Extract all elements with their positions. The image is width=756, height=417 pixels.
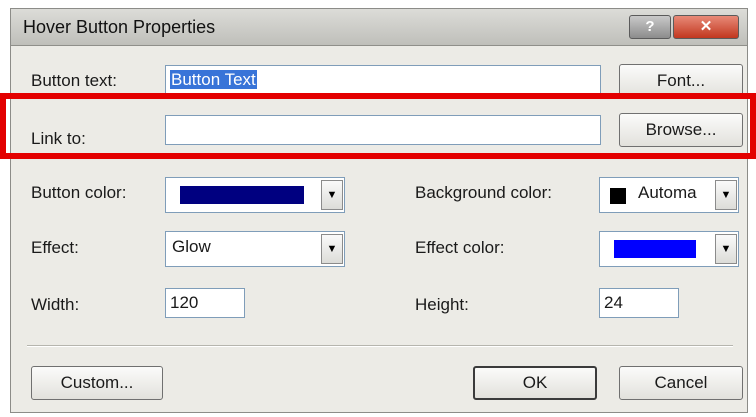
effect-color-dropdown-arrow[interactable]: ▼ <box>715 234 737 264</box>
title-bar: Hover Button Properties ? ✕ <box>11 9 747 46</box>
button-color-label: Button color: <box>31 183 127 202</box>
effect-dropdown-arrow[interactable]: ▼ <box>321 234 343 264</box>
effect-color-label: Effect color: <box>415 238 505 257</box>
button-color-dropdown-arrow[interactable]: ▼ <box>321 180 343 210</box>
effect-value: Glow <box>172 237 211 256</box>
effect-color-swatch <box>614 240 696 258</box>
height-label: Height: <box>415 295 469 314</box>
separator <box>27 345 733 347</box>
effect-color-picker[interactable]: ▼ <box>599 231 739 267</box>
width-label: Width: <box>31 295 80 314</box>
width-input[interactable]: 120 <box>165 288 245 318</box>
button-text-input[interactable]: Button Text <box>165 65 601 95</box>
dialog-title: Hover Button Properties <box>23 17 216 37</box>
height-input[interactable]: 24 <box>599 288 679 318</box>
effect-select[interactable]: Glow ▼ <box>165 231 345 267</box>
close-button[interactable]: ✕ <box>673 15 739 39</box>
red-highlight-box <box>0 93 756 159</box>
cancel-button[interactable]: Cancel <box>619 366 743 400</box>
ok-button[interactable]: OK <box>473 366 597 400</box>
button-text-value: Button Text <box>170 70 257 89</box>
hover-button-properties-dialog: Hover Button Properties ? ✕ Button text:… <box>10 8 748 413</box>
help-button[interactable]: ? <box>629 15 671 39</box>
button-color-picker[interactable]: ▼ <box>165 177 345 213</box>
background-color-value: Automa <box>638 183 697 202</box>
background-color-swatch <box>610 188 626 204</box>
background-color-label: Background color: <box>415 183 553 202</box>
button-color-swatch <box>180 186 304 204</box>
background-color-picker[interactable]: Automa ▼ <box>599 177 739 213</box>
background-color-dropdown-arrow[interactable]: ▼ <box>715 180 737 210</box>
custom-button[interactable]: Custom... <box>31 366 163 400</box>
effect-label: Effect: <box>31 238 79 257</box>
button-text-label: Button text: <box>31 71 117 90</box>
